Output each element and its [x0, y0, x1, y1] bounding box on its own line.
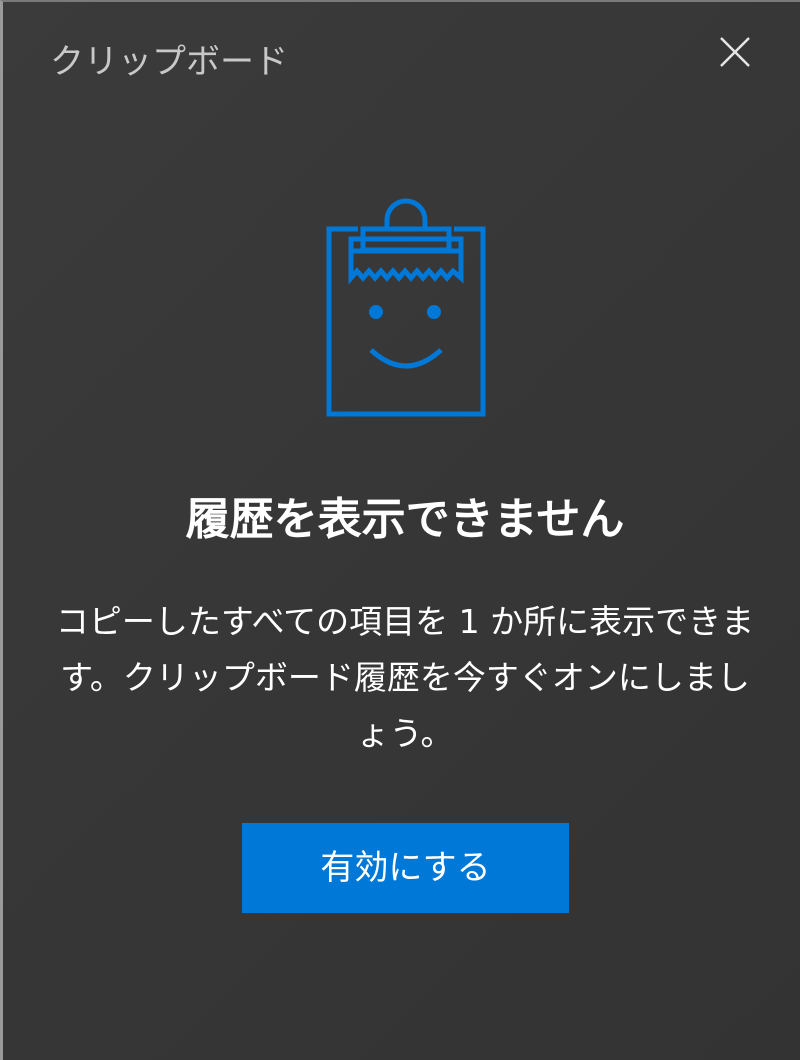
close-icon — [720, 37, 750, 67]
empty-state-heading: 履歴を表示できません — [185, 494, 625, 545]
enable-button[interactable]: 有効にする — [242, 823, 569, 913]
close-button[interactable] — [709, 26, 761, 78]
clipboard-panel: クリップボード 履歴を表示できません コピーしたすべての項目を 1 か所に表示で… — [0, 0, 800, 1060]
panel-title: クリップボード — [50, 42, 288, 82]
clipboard-smile-icon — [326, 198, 486, 417]
empty-state-description: コピーしたすべての項目を 1 か所に表示できます。クリップボード履歴を今すぐオン… — [55, 602, 755, 753]
